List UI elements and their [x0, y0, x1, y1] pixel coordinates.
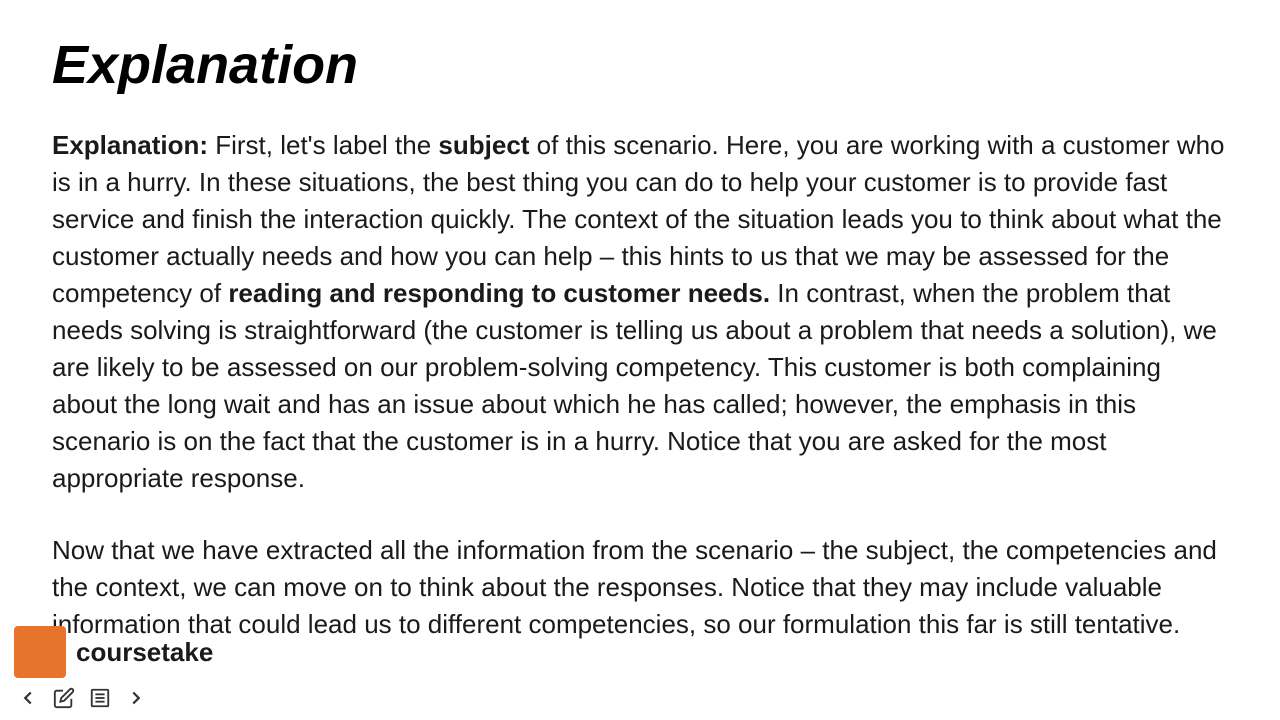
text-part3: In contrast, when the problem that needs… [52, 278, 1217, 493]
main-content: Explanation Explanation: First, let's la… [0, 0, 1280, 643]
page-title: Explanation [52, 36, 1228, 95]
first-paragraph: Explanation: First, let's label the subj… [52, 127, 1228, 496]
competency-phrase: reading and responding to customer needs… [228, 278, 770, 308]
explanation-label: Explanation: [52, 130, 208, 160]
edit-button[interactable] [50, 684, 78, 712]
controls-row [0, 682, 1280, 720]
logo-square [14, 626, 66, 678]
back-button[interactable] [14, 684, 42, 712]
forward-button[interactable] [122, 684, 150, 712]
logo-row: coursetake [0, 618, 1280, 682]
bottom-bar: coursetake [0, 618, 1280, 720]
text-part1: First, let's label the [208, 130, 438, 160]
logo-text: coursetake [76, 637, 213, 668]
list-button[interactable] [86, 684, 114, 712]
subject-word: subject [438, 130, 529, 160]
